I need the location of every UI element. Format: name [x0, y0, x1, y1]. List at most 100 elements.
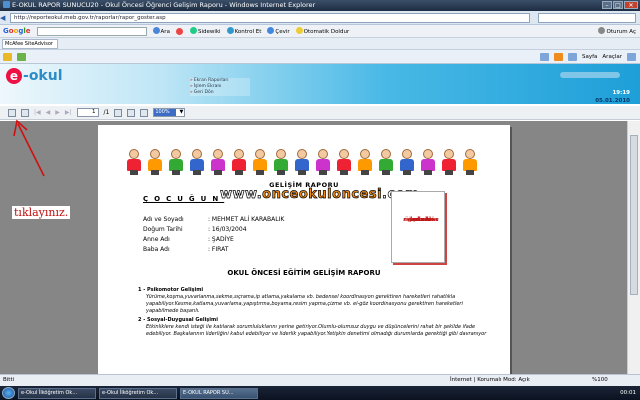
watermark: www.onceokuloncesi.com [220, 187, 419, 203]
tab-mcafee[interactable]: McAfee SiteAdvisor [2, 39, 58, 49]
window-controls: – □ ✕ [602, 1, 638, 9]
last-page-icon[interactable]: ▶| [65, 109, 72, 116]
report-sections: 1 - Psikomotor Gelişimi Yürüme,koşma,yuv… [138, 285, 488, 338]
sidewiki-button[interactable]: Sidewiki [189, 27, 221, 35]
banner-links: Ekran Raporları İşlem Ekranı Geri Dön [190, 78, 250, 96]
user-icon [598, 27, 606, 34]
search-icon [152, 27, 160, 34]
next-page-icon[interactable]: ▶ [55, 109, 60, 116]
child-figure [420, 149, 436, 175]
link-geri-don[interactable]: Geri Dön [190, 90, 250, 96]
first-page-icon[interactable]: |◀ [34, 109, 41, 116]
info-row-mother: Anne Adı: ŞADİYE [143, 236, 234, 243]
report-page: GELİŞİM RAPORU ÇOCUĞUN www.onceokulonces… [98, 125, 510, 374]
child-figure [399, 149, 415, 175]
chevron-down-icon: ▼ [179, 109, 184, 115]
sayfa-menu[interactable]: Sayfa [582, 54, 597, 60]
task-item-2[interactable]: e-Okul İlköğretim Ok... [99, 387, 177, 399]
child-figure [231, 149, 247, 175]
araclar-menu[interactable]: Araçlar [602, 54, 622, 60]
start-button[interactable] [2, 387, 15, 399]
address-input[interactable]: http://reporteokul.meb.gov.tr/raporlar/r… [10, 13, 530, 23]
security-zone[interactable]: İnternet | Korumalı Mod: Açık [450, 375, 530, 386]
photo-placeholder: e-okulda öğrencinin resmi varsa burada çıkar… [391, 191, 445, 263]
zoom-icon[interactable] [140, 108, 149, 117]
close-button[interactable]: ✕ [624, 1, 638, 9]
task-item-3[interactable]: E-OKUL RAPOR SU... [180, 387, 258, 399]
window-title: E-OKUL RAPOR SUNUCU20 - Okul Öncesi Öğre… [12, 1, 316, 9]
photo-note: e-okulda öğrencinin resmi varsa burada çıkar… [403, 217, 439, 223]
ara-button[interactable]: Ara [152, 27, 170, 35]
section-title: OKUL ÖNCESİ EĞİTİM GELİŞİM RAPORU [227, 269, 381, 277]
child-figure [147, 149, 163, 175]
rss-icon[interactable] [553, 52, 563, 61]
eokul-logo: e -okul [6, 68, 63, 84]
info-row-father: Baba Adı: FIRAT [143, 246, 229, 253]
banner-date: 05.01.2010 [595, 98, 630, 104]
maximize-button[interactable]: □ [613, 1, 623, 9]
find-icon[interactable] [114, 108, 123, 117]
child-figure [336, 149, 352, 175]
child-info: Adı ve Soyadı: MEHMET ALİ KARABALIK Doğu… [143, 215, 284, 255]
minimize-button[interactable]: – [602, 1, 612, 9]
print-icon[interactable] [567, 52, 577, 61]
child-figure [273, 149, 289, 175]
page-number-input[interactable]: 1 [76, 108, 99, 117]
google-search-input[interactable] [36, 26, 147, 36]
child-figure [294, 149, 310, 175]
google-toolbar: Google Ara Sidewiki Kontrol Et Çevir Oto… [0, 25, 640, 38]
tray-clock: 00:01 [620, 390, 636, 396]
add-favorite-icon[interactable] [17, 52, 26, 61]
child-figure [189, 149, 205, 175]
task-item-1[interactable]: e-Okul İlköğretim Ok... [18, 387, 96, 399]
google-logo: Google [3, 27, 31, 35]
child-figure [441, 149, 457, 175]
search-input[interactable] [538, 13, 636, 23]
help-icon[interactable] [627, 52, 636, 61]
otomatik-doldur-button[interactable]: Otomatik Doldur [295, 27, 349, 35]
taskbar: e-Okul İlköğretim Ok... e-Okul İlköğreti… [0, 386, 640, 400]
zoom-level[interactable]: %100 [592, 375, 608, 386]
banner-time: 19:19 [612, 90, 630, 96]
vertical-scrollbar[interactable] [627, 121, 640, 374]
child-figure [126, 149, 142, 175]
child-figure [315, 149, 331, 175]
child-figure [462, 149, 478, 175]
status-text: Bitti [3, 377, 15, 383]
autofill-icon [295, 27, 303, 34]
click-here-annotation: tıklayınız. [12, 206, 71, 219]
children-illustration [126, 147, 478, 175]
favorites-star-icon[interactable] [3, 52, 12, 61]
status-bar: Bitti İnternet | Korumalı Mod: Açık %100 [0, 374, 640, 386]
export-icon[interactable] [8, 108, 16, 117]
cevir-button[interactable]: Çevir [267, 27, 290, 35]
command-bar: Sayfa Araçlar [0, 50, 640, 64]
child-figure [378, 149, 394, 175]
blurred-user-info [560, 72, 620, 78]
print-report-icon[interactable] [21, 108, 29, 117]
sidewiki-icon [189, 27, 197, 34]
refresh-icon[interactable] [127, 108, 136, 117]
section-2-text: Etkinliklere kendi isteği ile katılarak … [146, 324, 487, 337]
window-titlebar: E-OKUL RAPOR SUNUCU20 - Okul Öncesi Öğre… [0, 0, 640, 11]
child-figure [252, 149, 268, 175]
child-figure [210, 149, 226, 175]
info-row-birth: Doğum Tarihi: 16/03/2004 [143, 226, 247, 233]
page-content: e-okul Ekran Raporları İşlem Ekranı Geri… [0, 64, 640, 374]
child-figure [357, 149, 373, 175]
translate-icon [267, 27, 275, 34]
back-icon[interactable]: ◀ [0, 13, 9, 23]
report-toolbar: |◀ ◀ ▶ ▶| 1 /1 100% ▼ [0, 106, 640, 120]
scroll-thumb[interactable] [630, 135, 638, 295]
oturum-ac-button[interactable]: Oturum Aç [598, 27, 636, 35]
eokul-banner: e-okul Ekran Raporları İşlem Ekranı Geri… [0, 64, 640, 104]
child-figure [168, 149, 184, 175]
share-icon[interactable] [175, 27, 183, 35]
kontrol-et-button[interactable]: Kontrol Et [226, 27, 261, 35]
prev-page-icon[interactable]: ◀ [46, 109, 51, 116]
child-heading: ÇOCUĞUN [143, 195, 225, 203]
section-1-title: 1 - Psikomotor Gelişimi [138, 287, 204, 293]
address-bar: ◀ http://reporteokul.meb.gov.tr/raporlar… [0, 11, 640, 25]
home-icon[interactable] [539, 52, 549, 61]
zoom-select[interactable]: 100% ▼ [153, 108, 186, 117]
